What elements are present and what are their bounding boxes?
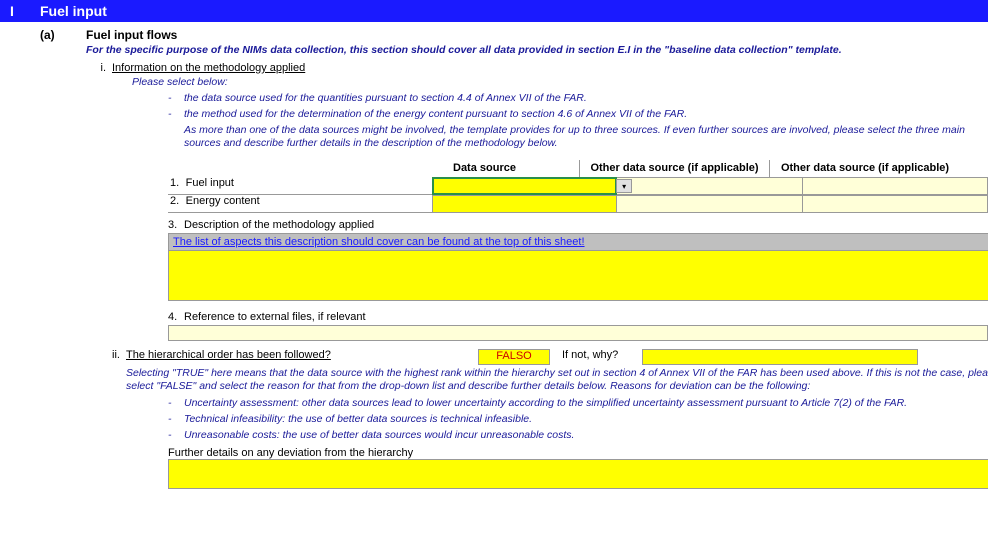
energy-content-other-2[interactable] (803, 195, 988, 213)
section-title: Fuel input (40, 3, 107, 19)
row-1-label: Fuel input (184, 177, 432, 195)
section-header: I Fuel input (0, 0, 988, 22)
bullet-note: As more than one of the data sources mig… (168, 124, 988, 150)
hint-link[interactable]: The list of aspects this description sho… (173, 236, 585, 248)
further-details-input[interactable] (168, 459, 988, 489)
energy-content-data-source[interactable] (432, 195, 617, 213)
row-2-num: 2. (168, 195, 184, 213)
row-2-label: Energy content (184, 195, 432, 213)
reason-uncertainty: Uncertainty assessment: other data sourc… (184, 397, 907, 409)
row-3-num: 3. (168, 219, 184, 231)
dash-icon: - (168, 108, 180, 120)
subsection-letter: (a) (40, 28, 86, 42)
row-4-label: Reference to external files, if relevant (184, 311, 366, 323)
bullet-data-source: the data source used for the quantities … (184, 92, 587, 104)
dropdown-arrow-icon[interactable]: ▾ (616, 179, 632, 193)
external-files-input[interactable] (168, 325, 988, 341)
dash-icon: - (168, 92, 180, 104)
subsection-title: Fuel input flows (86, 28, 177, 42)
col-header-other-2: Other data source (if applicable) (770, 160, 960, 177)
col-header-other-1: Other data source (if applicable) (580, 160, 770, 177)
item-i-num: i. (86, 62, 106, 74)
fuel-input-data-source-select[interactable]: ▾ (432, 177, 617, 195)
hint-bar: The list of aspects this description sho… (168, 233, 988, 251)
please-select: Please select below: (132, 76, 988, 88)
item-ii-num: ii. (100, 349, 120, 361)
further-details-label: Further details on any deviation from th… (168, 447, 988, 459)
row-3-label: Description of the methodology applied (184, 219, 374, 231)
why-label: If not, why? (562, 349, 642, 361)
subsection-note: For the specific purpose of the NIMs dat… (86, 44, 988, 56)
fuel-input-other-1[interactable] (617, 177, 802, 195)
bullet-method: the method used for the determination of… (184, 108, 687, 120)
row-4-num: 4. (168, 311, 184, 323)
reason-infeasibility: Technical infeasibility: the use of bett… (184, 413, 532, 425)
section-code: I (10, 3, 40, 19)
item-i-title: Information on the methodology applied (112, 62, 305, 74)
hierarchy-question: The hierarchical order has been followed… (126, 349, 478, 361)
fuel-input-other-2[interactable] (803, 177, 988, 195)
energy-content-other-1[interactable] (617, 195, 802, 213)
hierarchy-note: Selecting "TRUE" here means that the dat… (126, 367, 988, 392)
methodology-description-input[interactable] (168, 251, 988, 301)
dash-icon: - (168, 429, 180, 441)
why-reason-select[interactable] (642, 349, 918, 365)
reason-costs: Unreasonable costs: the use of better da… (184, 429, 574, 441)
dash-icon: - (168, 413, 180, 425)
hierarchy-answer-select[interactable]: FALSO (478, 349, 550, 365)
dash-icon: - (168, 397, 180, 409)
col-header-data-source: Data source (390, 160, 580, 177)
row-1-num: 1. (168, 177, 184, 195)
